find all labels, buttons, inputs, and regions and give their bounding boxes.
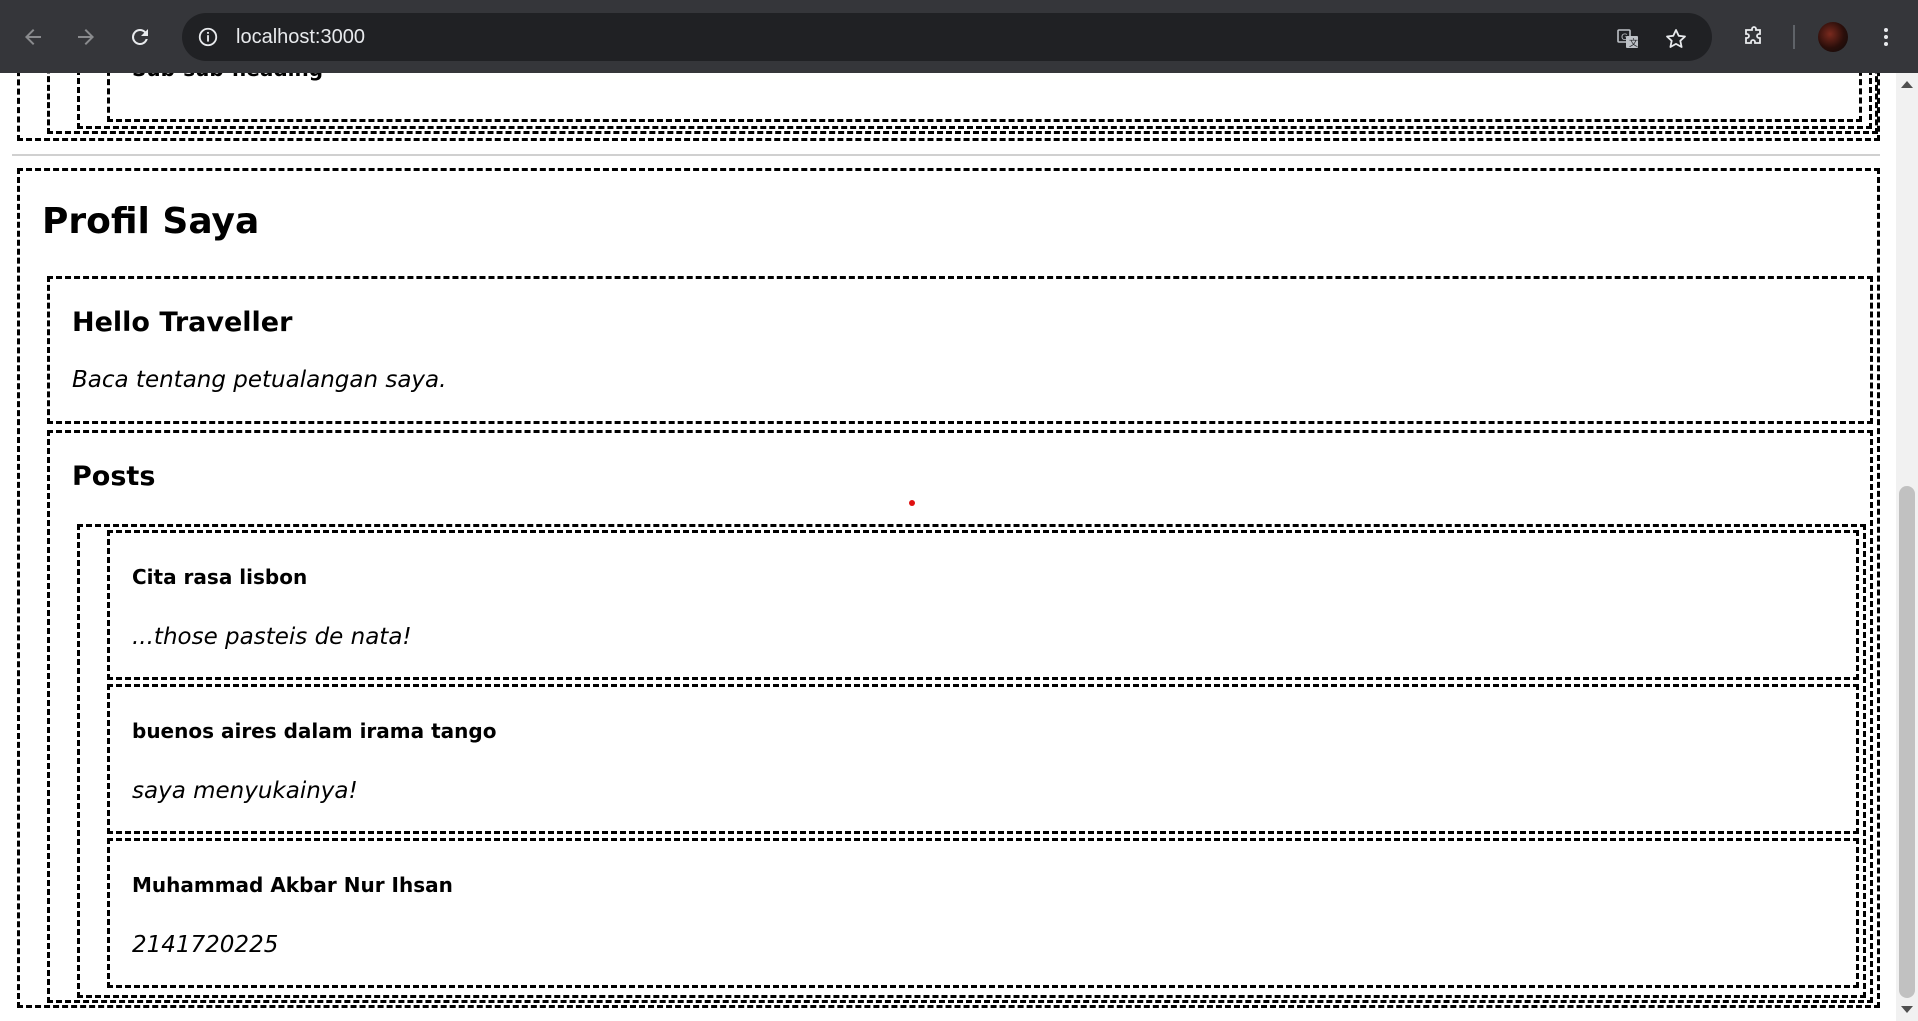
info-icon[interactable]	[196, 25, 220, 49]
arrow-right-icon	[78, 29, 94, 45]
posts-heading: Posts	[72, 461, 156, 492]
reload-icon	[131, 28, 148, 45]
horizontal-rule	[12, 154, 1880, 156]
url-text[interactable]: localhost:3000	[236, 26, 365, 49]
post-text: ...those pasteis de nata!	[132, 624, 412, 650]
page-title: Profil Saya	[42, 201, 260, 242]
toolbar-divider	[1793, 25, 1795, 49]
sub-sub-heading: Sub-sub-heading	[132, 73, 323, 81]
list-item	[107, 684, 1859, 834]
scrollbar-thumb[interactable]	[1899, 486, 1915, 998]
cursor-dot	[909, 500, 915, 506]
address-bar[interactable]: localhost:3000 G文	[182, 13, 1712, 61]
kebab-menu-icon	[1884, 28, 1888, 46]
puzzle-icon	[1745, 26, 1761, 44]
back-button[interactable]	[13, 17, 53, 57]
post-title: Cita rasa lisbon	[132, 565, 308, 589]
post-text: 2141720225	[132, 932, 279, 958]
reload-button[interactable]	[120, 17, 160, 57]
post-title: buenos aires dalam irama tango	[132, 719, 497, 743]
extensions-button[interactable]	[1734, 17, 1774, 57]
vertical-scrollbar[interactable]	[1896, 73, 1918, 1021]
page-viewport: Sub-sub-heading Profil Saya Hello Travel…	[0, 73, 1896, 1021]
subsection-box	[107, 73, 1862, 122]
post-title: Muhammad Akbar Nur Ihsan	[132, 873, 453, 897]
list-item	[107, 530, 1859, 680]
post-text: saya menyukainya!	[132, 778, 358, 804]
intro-text: Baca tentang petualangan saya.	[72, 367, 447, 393]
translate-icon[interactable]: G文	[1614, 25, 1642, 53]
forward-button[interactable]	[66, 17, 106, 57]
avatar[interactable]	[1818, 22, 1848, 52]
intro-box	[47, 276, 1873, 424]
scroll-down-arrow-icon[interactable]	[1901, 1006, 1913, 1013]
scroll-up-arrow-icon[interactable]	[1901, 81, 1913, 88]
star-icon[interactable]	[1662, 25, 1690, 53]
svg-text:文: 文	[1629, 37, 1638, 49]
list-item	[107, 838, 1859, 988]
arrow-left-icon	[25, 29, 41, 45]
menu-button[interactable]	[1866, 17, 1906, 57]
intro-heading: Hello Traveller	[72, 307, 293, 338]
browser-toolbar: localhost:3000 G文	[0, 0, 1918, 73]
